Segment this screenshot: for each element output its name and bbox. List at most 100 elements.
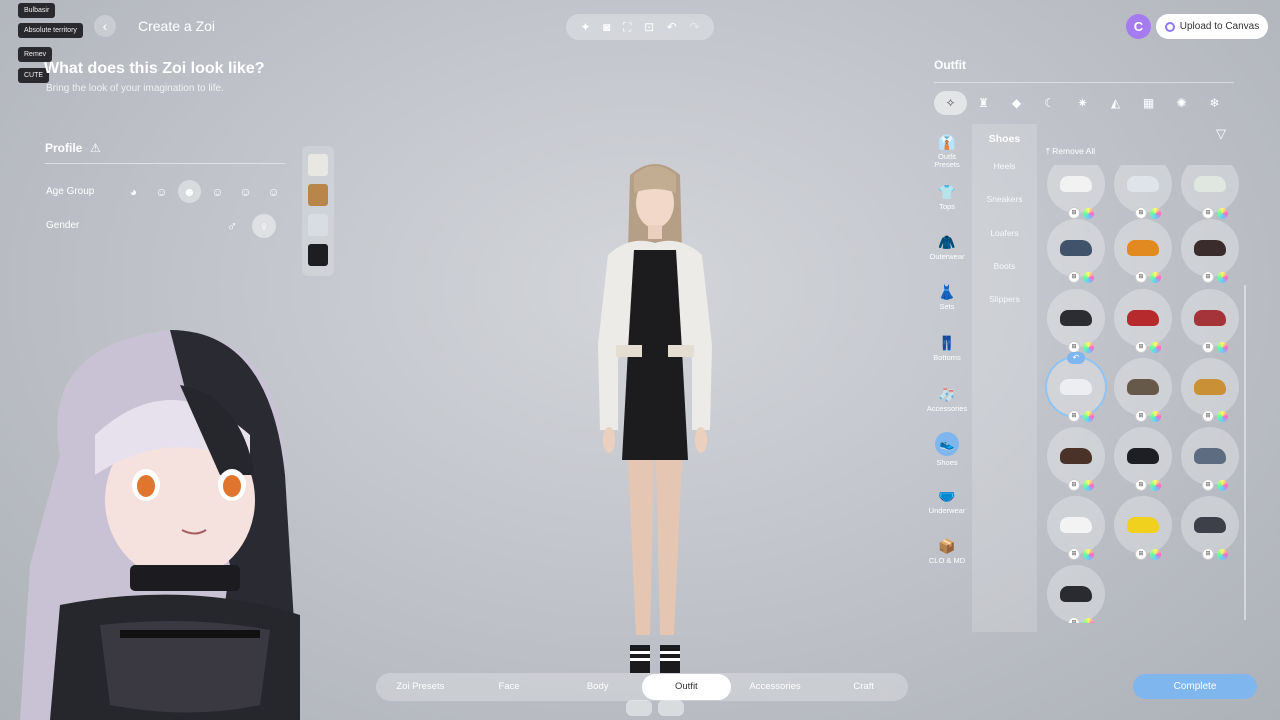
female-icon[interactable]: ♀ <box>252 214 276 238</box>
shoe-item[interactable]: ⊞ <box>1181 165 1239 219</box>
item-info-icon[interactable]: ⊞ <box>1202 207 1214 219</box>
item-info-icon[interactable]: ⊞ <box>1135 410 1147 422</box>
age-adult-icon[interactable]: ☺ <box>234 180 257 203</box>
item-info-icon[interactable]: ⊞ <box>1202 479 1214 491</box>
accessory-thumbnail[interactable] <box>308 214 328 236</box>
subcategory-heels[interactable]: Heels <box>972 161 1037 171</box>
item-info-icon[interactable]: ⊞ <box>1202 410 1214 422</box>
color-swatch-icon[interactable] <box>1217 208 1228 219</box>
shoe-item[interactable]: ⊞ <box>1047 219 1105 283</box>
side-item-sets[interactable]: 👗 Sets <box>925 284 969 311</box>
subcategory-sneakers[interactable]: Sneakers <box>972 194 1037 204</box>
item-info-icon[interactable]: ⊞ <box>1202 548 1214 560</box>
shoe-item[interactable]: ⊞ <box>1181 219 1239 283</box>
color-swatch-icon[interactable] <box>1150 411 1161 422</box>
color-swatch-icon[interactable] <box>1217 480 1228 491</box>
shoe-item[interactable]: ⊞ <box>1181 289 1239 353</box>
item-info-icon[interactable]: ⊞ <box>1135 479 1147 491</box>
shoe-item[interactable]: ⊞ <box>1181 427 1239 491</box>
filter-icon[interactable]: ▽ <box>1216 126 1226 142</box>
color-swatch-icon[interactable] <box>1150 549 1161 560</box>
shoe-item[interactable]: ⊞ <box>1114 165 1172 219</box>
color-swatch-icon[interactable] <box>1083 480 1094 491</box>
complete-button[interactable]: Complete <box>1133 674 1257 699</box>
shoe-item[interactable]: ⊞ <box>1181 358 1239 422</box>
color-swatch-icon[interactable] <box>1083 342 1094 353</box>
undo-icon[interactable]: ↶ <box>667 20 677 34</box>
color-swatch-icon[interactable] <box>1217 549 1228 560</box>
tab-outfit[interactable]: Outfit <box>642 674 731 700</box>
shoe-item[interactable]: ⊞ <box>1047 496 1105 560</box>
dress-thumbnail[interactable] <box>308 244 328 266</box>
shoe-item[interactable]: ⊞ <box>1114 496 1172 560</box>
shoe-item[interactable]: ⊞ <box>1114 219 1172 283</box>
color-swatch-icon[interactable] <box>1217 411 1228 422</box>
item-info-icon[interactable]: ⊞ <box>1135 207 1147 219</box>
side-item-tops[interactable]: 👕 Tops <box>925 184 969 211</box>
age-child-icon[interactable]: ☺ <box>150 180 173 203</box>
tab-craft[interactable]: Craft <box>819 674 908 700</box>
color-swatch-icon[interactable] <box>1083 549 1094 560</box>
color-swatch-icon[interactable] <box>1083 272 1094 283</box>
shoe-item-selected[interactable]: ↶ ⊞ <box>1047 352 1105 422</box>
moon-icon[interactable]: ☾ <box>1033 91 1066 115</box>
subcategory-loafers[interactable]: Loafers <box>972 228 1037 238</box>
jacket-thumbnail[interactable] <box>308 154 328 176</box>
item-info-icon[interactable]: ⊞ <box>1068 617 1080 623</box>
item-info-icon[interactable]: ⊞ <box>1068 271 1080 283</box>
item-info-icon[interactable]: ⊞ <box>1068 548 1080 560</box>
item-info-icon[interactable]: ⊞ <box>1202 271 1214 283</box>
color-swatch-icon[interactable] <box>1150 480 1161 491</box>
frame-icon[interactable]: ⛶ <box>623 20 631 35</box>
undo-icon[interactable]: ↶ <box>1067 352 1085 364</box>
subcategory-slippers[interactable]: Slippers <box>972 294 1037 304</box>
color-swatch-icon[interactable] <box>1083 411 1094 422</box>
item-info-icon[interactable]: ⊞ <box>1135 341 1147 353</box>
character-model[interactable] <box>570 155 740 720</box>
shoe-item[interactable]: ⊞ <box>1114 358 1172 422</box>
graduation-icon[interactable]: ◆ <box>1000 91 1033 115</box>
item-info-icon[interactable]: ⊞ <box>1068 410 1080 422</box>
item-info-icon[interactable]: ⊞ <box>1068 479 1080 491</box>
side-item-underwear[interactable]: 🩲 Underwear <box>925 488 969 515</box>
sparkle-icon[interactable]: ✦ <box>580 20 590 34</box>
age-young-adult-icon[interactable]: ☺ <box>206 180 229 203</box>
camera-icon[interactable]: ◙ <box>603 20 610 34</box>
color-swatch-icon[interactable] <box>1217 342 1228 353</box>
boots-thumbnail[interactable] <box>308 184 328 206</box>
shoe-item[interactable]: ⊞ <box>1114 427 1172 491</box>
side-item-bottoms[interactable]: 👖 Bottoms <box>925 335 969 362</box>
tab-face[interactable]: Face <box>465 674 554 700</box>
shoe-item[interactable]: ⊞ <box>1047 565 1105 623</box>
subcategory-boots[interactable]: Boots <box>972 261 1037 271</box>
color-swatch-icon[interactable] <box>1150 342 1161 353</box>
gift-icon[interactable]: ♜ <box>967 91 1000 115</box>
canvas-logo-icon[interactable]: C <box>1126 14 1151 39</box>
sun-icon[interactable]: ✺ <box>1165 91 1198 115</box>
side-item-outerwear[interactable]: 🧥 Outerwear <box>925 234 969 261</box>
side-item-shoes[interactable]: 👟 Shoes <box>925 432 969 467</box>
shoe-item[interactable]: ⊞ <box>1047 289 1105 353</box>
sparkle-icon[interactable]: ✷ <box>1066 91 1099 115</box>
redo-icon[interactable]: ↷ <box>690 20 700 34</box>
shoe-item[interactable]: ⊞ <box>1181 496 1239 560</box>
snowflake-icon[interactable]: ❄ <box>1198 91 1231 115</box>
tab-accessories[interactable]: Accessories <box>731 674 820 700</box>
tab-zoi-presets[interactable]: Zoi Presets <box>376 674 465 700</box>
item-info-icon[interactable]: ⊞ <box>1135 548 1147 560</box>
shoe-item[interactable]: ⊞ <box>1047 427 1105 491</box>
color-swatch-icon[interactable] <box>1217 272 1228 283</box>
magic-wand-icon[interactable]: ✧ <box>934 91 967 115</box>
grid-scrollbar[interactable] <box>1244 285 1246 620</box>
age-elder-icon[interactable]: ☺ <box>262 180 285 203</box>
color-swatch-icon[interactable] <box>1083 618 1094 623</box>
color-swatch-icon[interactable] <box>1150 272 1161 283</box>
male-icon[interactable]: ♂ <box>222 216 242 236</box>
shoe-item[interactable]: ⊞ <box>1047 165 1105 219</box>
side-item-clo-md[interactable]: 📦 CLO & MD <box>925 538 969 565</box>
item-info-icon[interactable]: ⊞ <box>1068 207 1080 219</box>
age-teen-icon[interactable]: ☻ <box>178 180 201 203</box>
tab-body[interactable]: Body <box>553 674 642 700</box>
warning-icon[interactable]: ⚠ <box>90 141 101 155</box>
color-swatch-icon[interactable] <box>1083 208 1094 219</box>
